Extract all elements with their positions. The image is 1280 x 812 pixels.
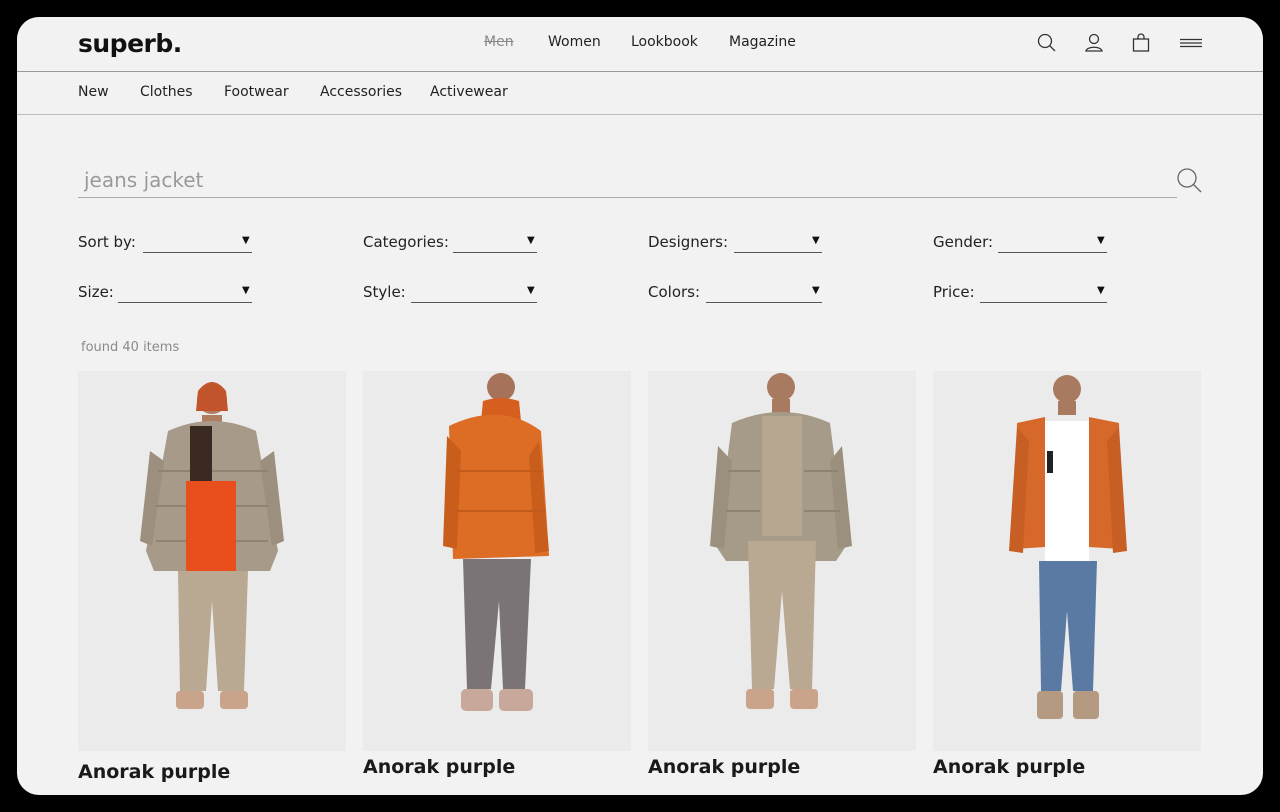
filter-categories[interactable]: Categories: ▼ bbox=[363, 233, 541, 255]
dropdown-arrow-icon: ▼ bbox=[527, 285, 535, 296]
device-frame: superb. Men Women Lookbook Magazine New … bbox=[0, 0, 1280, 812]
search-submit-icon[interactable] bbox=[1175, 166, 1205, 196]
filter-underline bbox=[980, 302, 1107, 303]
product-name[interactable]: Anorak purple bbox=[648, 756, 800, 778]
filter-underline bbox=[734, 252, 822, 253]
product-image[interactable] bbox=[648, 371, 916, 751]
filter-size[interactable]: Size: ▼ bbox=[78, 283, 256, 305]
product-card[interactable]: Anorak purple bbox=[933, 371, 1201, 778]
subnav-activewear[interactable]: Activewear bbox=[430, 84, 508, 100]
nav-magazine[interactable]: Magazine bbox=[729, 34, 796, 50]
top-navigation: Men Women Lookbook Magazine bbox=[17, 34, 1263, 54]
filter-gender[interactable]: Gender: ▼ bbox=[933, 233, 1111, 255]
subnav-new[interactable]: New bbox=[78, 84, 109, 100]
nav-lookbook[interactable]: Lookbook bbox=[631, 34, 698, 50]
filter-label: Gender: bbox=[933, 233, 994, 251]
product-name[interactable]: Anorak purple bbox=[933, 756, 1085, 778]
results-count: found 40 items bbox=[81, 340, 180, 355]
filter-underline bbox=[143, 252, 252, 253]
product-name[interactable]: Anorak purple bbox=[78, 761, 230, 783]
product-image[interactable] bbox=[78, 371, 346, 751]
filter-colors[interactable]: Colors: ▼ bbox=[648, 283, 826, 305]
product-name[interactable]: Anorak purple bbox=[363, 756, 515, 778]
app-screen: superb. Men Women Lookbook Magazine New … bbox=[17, 17, 1263, 795]
search-input[interactable] bbox=[78, 163, 1177, 198]
filter-underline bbox=[998, 252, 1107, 253]
filter-label: Categories: bbox=[363, 233, 449, 251]
subnav-accessories[interactable]: Accessories bbox=[320, 84, 402, 100]
filter-label: Price: bbox=[933, 283, 975, 301]
nav-women[interactable]: Women bbox=[548, 34, 601, 50]
filter-underline bbox=[118, 302, 252, 303]
filter-price[interactable]: Price: ▼ bbox=[933, 283, 1111, 305]
subnav-divider bbox=[17, 114, 1263, 115]
category-navigation: New Clothes Footwear Accessories Activew… bbox=[17, 84, 1263, 104]
product-card[interactable]: Anorak purple bbox=[78, 371, 346, 783]
dropdown-arrow-icon: ▼ bbox=[812, 235, 820, 246]
header-divider bbox=[17, 71, 1263, 72]
bag-icon[interactable] bbox=[1129, 31, 1153, 55]
product-image[interactable] bbox=[363, 371, 631, 751]
filter-underline bbox=[411, 302, 537, 303]
filter-label: Colors: bbox=[648, 283, 701, 301]
menu-icon[interactable] bbox=[1178, 31, 1204, 55]
filter-underline bbox=[706, 302, 822, 303]
filter-designers[interactable]: Designers: ▼ bbox=[648, 233, 826, 255]
filter-label: Size: bbox=[78, 283, 114, 301]
product-card[interactable]: Anorak purple bbox=[363, 371, 631, 778]
dropdown-arrow-icon: ▼ bbox=[527, 235, 535, 246]
subnav-footwear[interactable]: Footwear bbox=[224, 84, 289, 100]
search-icon[interactable] bbox=[1035, 31, 1059, 55]
dropdown-arrow-icon: ▼ bbox=[812, 285, 820, 296]
dropdown-arrow-icon: ▼ bbox=[1097, 285, 1105, 296]
filter-label: Sort by: bbox=[78, 233, 136, 251]
filter-underline bbox=[453, 252, 537, 253]
filter-label: Designers: bbox=[648, 233, 729, 251]
dropdown-arrow-icon: ▼ bbox=[242, 235, 250, 246]
subnav-clothes[interactable]: Clothes bbox=[140, 84, 193, 100]
filter-label: Style: bbox=[363, 283, 406, 301]
filter-style[interactable]: Style: ▼ bbox=[363, 283, 541, 305]
user-icon[interactable] bbox=[1082, 31, 1106, 55]
dropdown-arrow-icon: ▼ bbox=[1097, 235, 1105, 246]
product-image[interactable] bbox=[933, 371, 1201, 751]
nav-men[interactable]: Men bbox=[484, 34, 514, 50]
filter-sort-by[interactable]: Sort by: ▼ bbox=[78, 233, 256, 255]
dropdown-arrow-icon: ▼ bbox=[242, 285, 250, 296]
product-card[interactable]: Anorak purple bbox=[648, 371, 916, 778]
